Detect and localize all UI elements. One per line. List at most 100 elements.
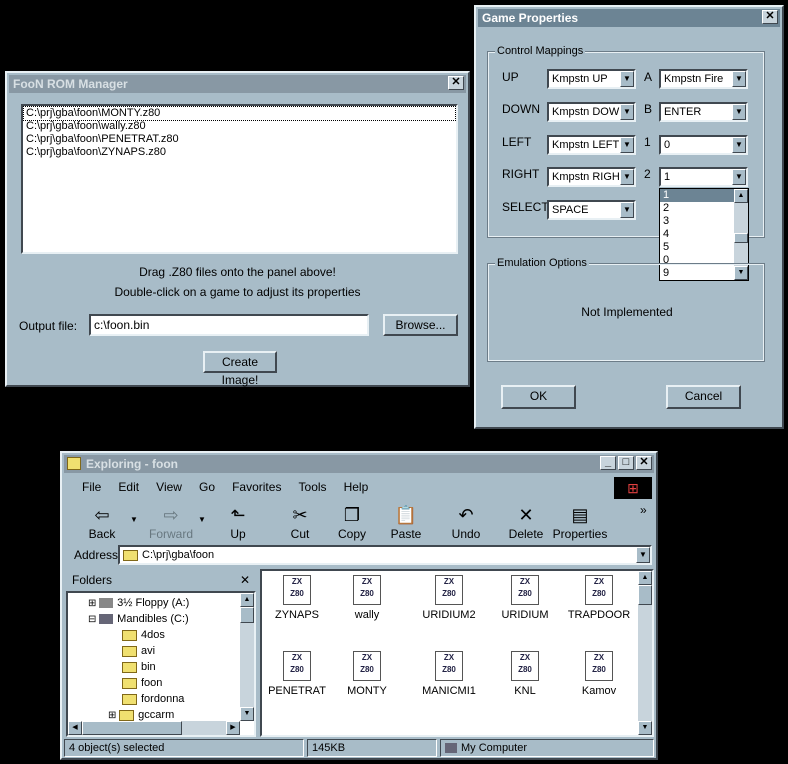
right-select[interactable]: Kmpstn RIGHT ▼ xyxy=(547,167,636,187)
scroll-right-icon[interactable]: ▶ xyxy=(226,721,240,735)
tree-label: Mandibles (C:) xyxy=(117,613,189,625)
back-button[interactable]: ⇦ Back xyxy=(82,503,122,541)
menu-help[interactable]: Help xyxy=(344,480,369,494)
game-properties-titlebar[interactable]: Game Properties xyxy=(478,9,780,27)
scroll-left-icon[interactable]: ◀ xyxy=(68,721,82,735)
up-select[interactable]: Kmpstn UP ▼ xyxy=(547,69,636,89)
tree-vscrollbar[interactable]: ▲ ▼ xyxy=(240,593,254,721)
file-view[interactable]: ZX Z80 ZYNAPS ZX Z80 wally ZX Z80 URIDIUM2 ZX Z… xyxy=(260,569,654,737)
address-input[interactable]: C:\prj\gba\foon ▼ xyxy=(118,545,652,565)
scroll-up-icon[interactable]: ▲ xyxy=(240,593,254,607)
a-select[interactable]: Kmpstn Fire ▼ xyxy=(659,69,748,89)
browse-button[interactable]: Browse... xyxy=(383,314,458,336)
menu-edit[interactable]: Edit xyxy=(118,480,139,494)
list-item[interactable]: C:\prj\gba\foon\MONTY.z80 xyxy=(23,106,456,121)
explorer-titlebar[interactable]: Exploring - foon xyxy=(64,455,654,473)
chevron-down-icon[interactable]: ▼ xyxy=(732,104,746,120)
back-dropdown-icon[interactable]: ▼ xyxy=(130,515,138,524)
close-icon[interactable]: ✕ xyxy=(762,10,778,24)
expand-icon[interactable]: ⊞ xyxy=(108,710,119,721)
menu-view[interactable]: View xyxy=(156,480,182,494)
file-item[interactable]: ZX Z80 wally xyxy=(332,575,402,621)
chevron-down-icon[interactable]: ▼ xyxy=(620,137,634,153)
chevron-down-icon[interactable]: ▼ xyxy=(620,104,634,120)
file-item[interactable]: ZX Z80 URIDIUM xyxy=(490,575,560,621)
menu-favorites[interactable]: Favorites xyxy=(232,480,281,494)
create-image-button[interactable]: Create Image! xyxy=(203,351,277,387)
scroll-down-icon[interactable]: ▼ xyxy=(240,707,254,721)
chevron-down-icon[interactable]: ▼ xyxy=(732,71,746,87)
copy-button[interactable]: ❐ Copy xyxy=(332,503,372,541)
folder-tree[interactable]: ⊞ 3½ Floppy (A:) ⊟ Mandibles (C:) 4dos a… xyxy=(66,591,256,737)
cancel-button[interactable]: Cancel xyxy=(666,385,741,409)
menu-bar: File Edit View Go Favorites Tools Help xyxy=(82,480,382,494)
file-item[interactable]: ZX Z80 MANICMI1 xyxy=(414,651,484,697)
list-item[interactable]: C:\prj\gba\foon\ZYNAPS.z80 xyxy=(24,146,455,159)
cut-button[interactable]: ✂ Cut xyxy=(280,503,320,541)
chevron-down-icon[interactable]: ▼ xyxy=(636,547,650,563)
scroll-thumb[interactable] xyxy=(734,233,748,243)
menu-tools[interactable]: Tools xyxy=(299,480,327,494)
paste-button[interactable]: 📋 Paste xyxy=(386,503,426,541)
tree-item-folder[interactable]: bin xyxy=(88,659,254,675)
back-label: Back xyxy=(88,527,116,541)
forward-dropdown-icon[interactable]: ▼ xyxy=(198,515,206,524)
status-location-label: My Computer xyxy=(461,742,528,754)
scroll-down-icon[interactable]: ▼ xyxy=(638,721,652,735)
file-item[interactable]: ZX Z80 Kamov xyxy=(564,651,634,697)
menu-go[interactable]: Go xyxy=(199,480,215,494)
chevron-down-icon[interactable]: ▼ xyxy=(620,71,634,87)
delete-label: Delete xyxy=(508,527,544,541)
scroll-up-icon[interactable]: ▲ xyxy=(734,189,748,203)
file-item[interactable]: ZX Z80 KNL xyxy=(490,651,560,697)
tree-item-drive[interactable]: ⊟ Mandibles (C:) xyxy=(88,611,254,627)
file-item[interactable]: ZX Z80 URIDIUM2 xyxy=(414,575,484,621)
button2-select[interactable]: 1 ▼ xyxy=(659,167,748,187)
tree-item-folder[interactable]: fordonna xyxy=(88,691,254,707)
button1-label: 1 xyxy=(644,135,651,149)
button1-select[interactable]: 0 ▼ xyxy=(659,135,748,155)
file-item[interactable]: ZX Z80 PENETRAT xyxy=(262,651,332,697)
delete-button[interactable]: ✕ Delete xyxy=(504,503,548,541)
undo-button[interactable]: ↶ Undo xyxy=(446,503,486,541)
chevron-right-icon[interactable]: » xyxy=(640,503,647,517)
rom-manager-titlebar[interactable]: FooN ROM Manager xyxy=(9,75,466,93)
left-select[interactable]: Kmpstn LEFT ▼ xyxy=(547,135,636,155)
tree-item-folder[interactable]: foon xyxy=(88,675,254,691)
scroll-up-icon[interactable]: ▲ xyxy=(638,571,652,585)
chevron-down-icon[interactable]: ▼ xyxy=(732,137,746,153)
file-view-scrollbar[interactable]: ▲ ▼ xyxy=(638,571,652,735)
tree-item-folder[interactable]: avi xyxy=(88,643,254,659)
b-select[interactable]: ENTER ▼ xyxy=(659,102,748,122)
rom-file-list[interactable]: C:\prj\gba\foon\MONTY.z80 C:\prj\gba\foo… xyxy=(21,104,458,254)
close-icon[interactable]: ✕ xyxy=(636,456,652,470)
chevron-down-icon[interactable]: ▼ xyxy=(620,169,634,185)
chevron-down-icon[interactable]: ▼ xyxy=(732,169,746,185)
tree-item-folder[interactable]: 4dos xyxy=(88,627,254,643)
scroll-thumb[interactable] xyxy=(638,585,652,605)
close-icon[interactable]: ✕ xyxy=(240,573,250,587)
down-select[interactable]: Kmpstn DOWN ▼ xyxy=(547,102,636,122)
tree-item-floppy[interactable]: ⊞ 3½ Floppy (A:) xyxy=(88,595,254,611)
expand-icon[interactable]: ⊞ xyxy=(88,598,99,609)
forward-button[interactable]: ⇨ Forward xyxy=(146,503,196,541)
output-file-input[interactable]: c:\foon.bin xyxy=(89,314,369,336)
up-button[interactable]: ⬑ Up xyxy=(218,503,258,541)
ok-button[interactable]: OK xyxy=(501,385,576,409)
properties-button[interactable]: ▤ Properties xyxy=(552,503,608,541)
menu-file[interactable]: File xyxy=(82,480,101,494)
collapse-icon[interactable]: ⊟ xyxy=(88,614,99,625)
list-item[interactable]: C:\prj\gba\foon\wally.z80 xyxy=(24,120,455,133)
file-item[interactable]: ZX Z80 TRAPDOOR xyxy=(564,575,634,621)
minimize-icon[interactable]: _ xyxy=(600,456,616,470)
tree-hscrollbar[interactable]: ◀ ▶ xyxy=(68,721,240,735)
close-icon[interactable]: ✕ xyxy=(448,76,464,90)
list-item[interactable]: C:\prj\gba\foon\PENETRAT.z80 xyxy=(24,133,455,146)
file-item[interactable]: ZX Z80 ZYNAPS xyxy=(262,575,332,621)
chevron-down-icon[interactable]: ▼ xyxy=(620,202,634,218)
file-item[interactable]: ZX Z80 MONTY xyxy=(332,651,402,697)
scroll-thumb[interactable] xyxy=(240,607,254,623)
scroll-thumb[interactable] xyxy=(82,721,182,735)
maximize-icon[interactable]: □ xyxy=(618,456,634,470)
select-select[interactable]: SPACE ▼ xyxy=(547,200,636,220)
